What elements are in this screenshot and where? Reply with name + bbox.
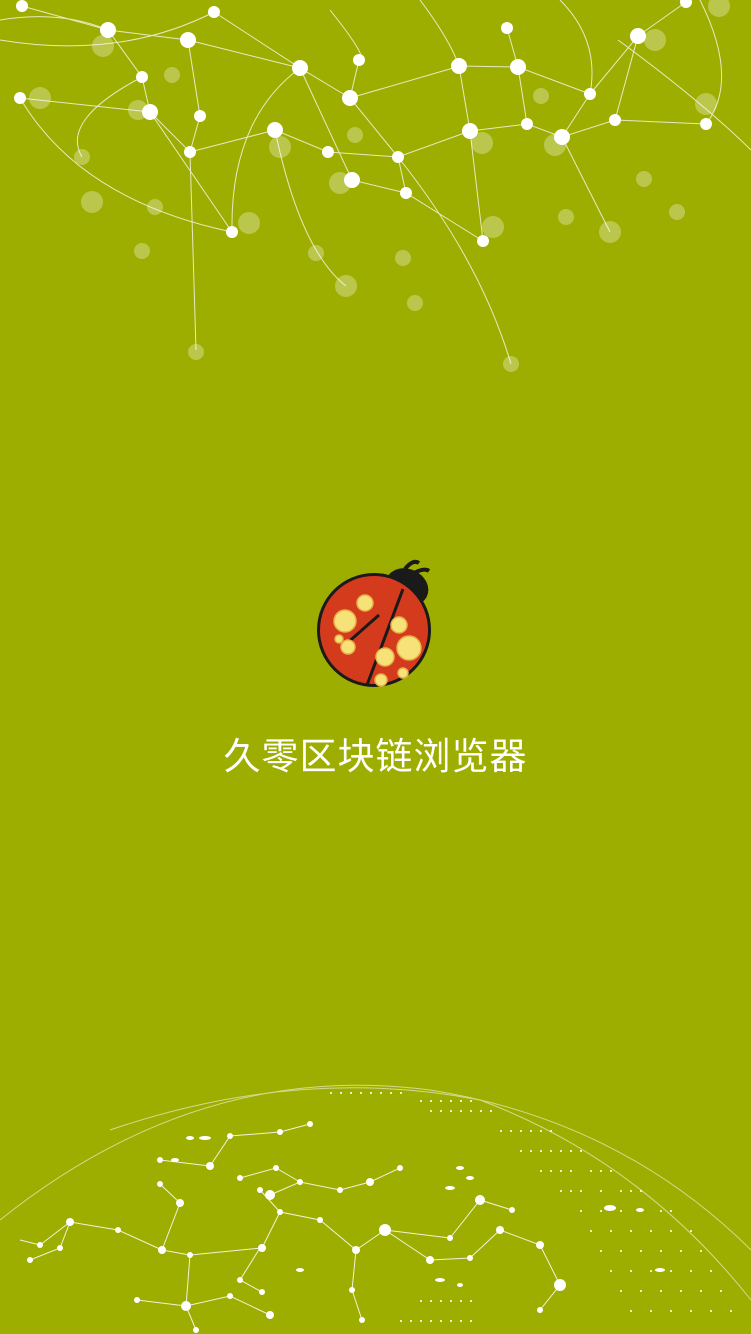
ladybug-icon	[317, 559, 431, 687]
network-nodes-decoration	[0, 0, 751, 372]
globe-network-decoration	[0, 1084, 751, 1333]
app-name: 久零区块链浏览器	[223, 735, 528, 778]
splash-screen: 久零区块链浏览器	[0, 0, 751, 1334]
